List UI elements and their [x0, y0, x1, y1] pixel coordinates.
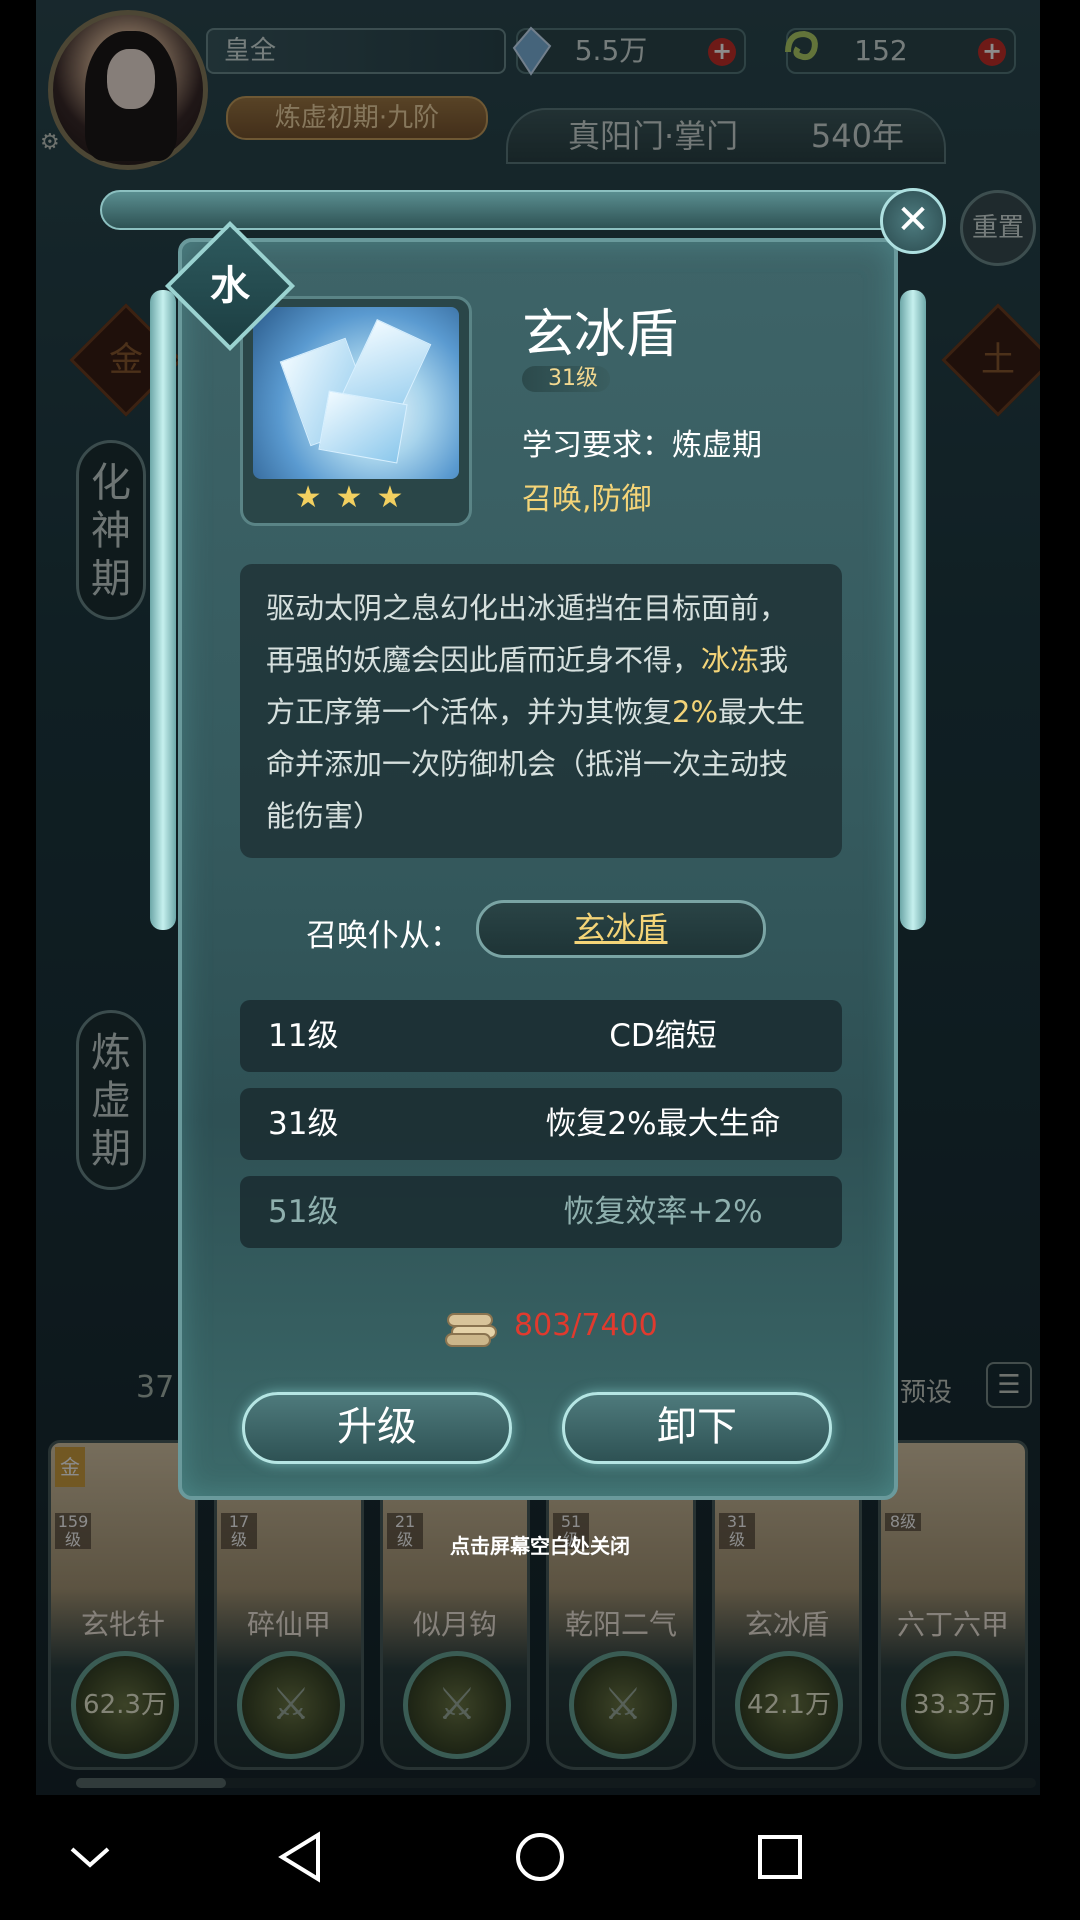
- skill-level: 31级: [522, 366, 610, 392]
- star-rating: ★★★: [294, 480, 418, 515]
- skill-icon-frame: ★★★: [240, 296, 472, 526]
- recent-apps-icon[interactable]: [740, 1817, 820, 1897]
- level-bonus-row: 11级 CD缩短: [240, 1000, 842, 1072]
- level-bonus-row: 31级 恢复2%最大生命: [240, 1088, 842, 1160]
- learn-requirement: 学习要求：炼虚期: [522, 428, 762, 463]
- scroll-bundle-icon: [445, 1313, 497, 1347]
- bonus-effect: 恢复效率+2%: [563, 1194, 763, 1230]
- cost-amount: 803/7400: [514, 1308, 658, 1343]
- skill-detail-dialog: ★★★ 玄冰盾 31级 学习要求：炼虚期 召唤,防御 驱动太阴之息幻化出冰遁挡在…: [178, 238, 898, 1500]
- home-icon[interactable]: [500, 1817, 580, 1897]
- bonus-level: 11级: [268, 1018, 339, 1054]
- bonus-level: 51级: [268, 1194, 339, 1230]
- ice-shield-icon: [253, 307, 459, 479]
- skill-tags: 召唤,防御: [522, 482, 652, 517]
- element-label: 水: [210, 263, 250, 309]
- bonus-effect: CD缩短: [609, 1018, 717, 1054]
- description-highlight: 2%: [672, 695, 719, 729]
- chevron-down-icon[interactable]: [50, 1817, 130, 1897]
- bonus-effect: 恢复2%最大生命: [545, 1106, 781, 1142]
- scroll-top-rod: [100, 190, 920, 230]
- scroll-right-rod: [900, 290, 926, 930]
- description-highlight: 冰冻: [701, 643, 760, 677]
- skill-description: 驱动太阴之息幻化出冰遁挡在目标面前，再强的妖魔会因此盾而近身不得，冰冻我方正序第…: [240, 564, 842, 858]
- close-hint: 点击屏幕空白处关闭: [450, 1534, 630, 1558]
- summon-link[interactable]: 玄冰盾: [476, 900, 766, 958]
- unequip-button[interactable]: 卸下: [562, 1392, 832, 1464]
- back-icon[interactable]: [260, 1817, 340, 1897]
- scroll-left-rod: [150, 290, 176, 930]
- close-button[interactable]: ✕: [880, 188, 946, 254]
- bonus-level: 31级: [268, 1106, 339, 1142]
- upgrade-button[interactable]: 升级: [242, 1392, 512, 1464]
- level-bonus-row-locked: 51级 恢复效率+2%: [240, 1176, 842, 1248]
- system-nav-bar: [0, 1795, 1080, 1920]
- skill-name: 玄冰盾: [522, 305, 679, 365]
- summon-label: 召唤仆从：: [306, 918, 461, 954]
